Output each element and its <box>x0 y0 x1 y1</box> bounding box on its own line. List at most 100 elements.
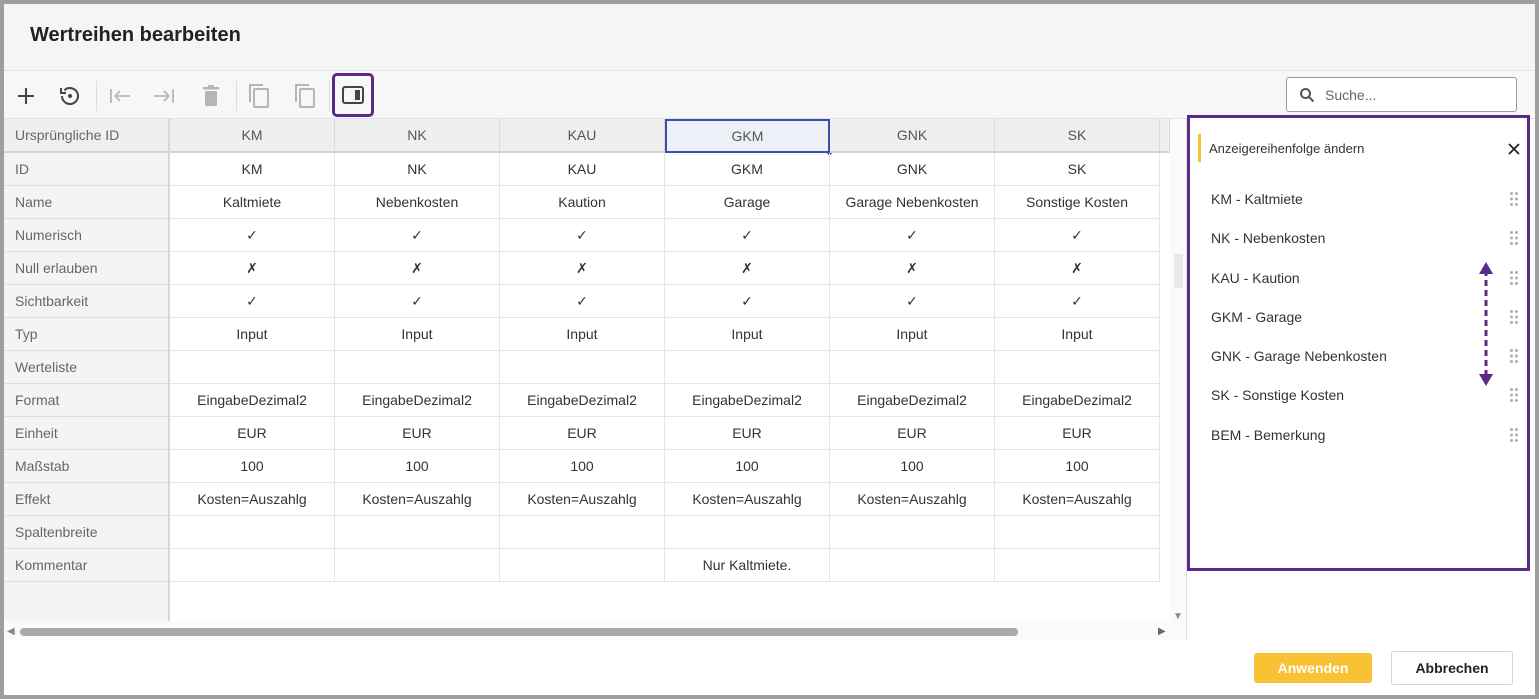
grid-cell[interactable]: GNK <box>830 153 995 186</box>
grid-cell[interactable]: GKM <box>665 153 830 186</box>
horizontal-scrollbar-thumb[interactable] <box>20 628 1018 636</box>
column-header[interactable]: GKM <box>665 119 832 155</box>
grid-cell[interactable]: ✗ <box>170 252 335 285</box>
grid-cell[interactable]: ✓ <box>665 219 830 252</box>
grid-cell[interactable] <box>830 351 995 384</box>
grid-cell[interactable]: ✓ <box>500 285 665 318</box>
close-icon[interactable] <box>1507 142 1521 156</box>
grid-cell[interactable] <box>995 516 1160 549</box>
grid-cell[interactable]: EingabeDezimal2 <box>170 384 335 417</box>
column-header[interactable]: SK <box>995 119 1160 153</box>
grid-cell[interactable]: ✓ <box>170 219 335 252</box>
grid-cell[interactable]: EingabeDezimal2 <box>335 384 500 417</box>
grid-cell[interactable] <box>335 516 500 549</box>
drag-handle-icon[interactable] <box>1509 348 1519 364</box>
grid-cell[interactable] <box>995 351 1160 384</box>
grid-cell[interactable]: Input <box>665 318 830 351</box>
display-order-item[interactable]: KAU - Kaution <box>1211 258 1519 297</box>
drag-handle-icon[interactable] <box>1509 270 1519 286</box>
reset-button[interactable] <box>53 79 87 113</box>
grid-cell[interactable] <box>170 516 335 549</box>
grid-cell[interactable] <box>665 351 830 384</box>
grid-cell[interactable]: ✗ <box>995 252 1160 285</box>
grid-cell[interactable]: ✓ <box>995 219 1160 252</box>
grid-cell[interactable]: EUR <box>500 417 665 450</box>
grid-cell[interactable]: ✗ <box>335 252 500 285</box>
grid-cell[interactable]: Sonstige Kosten <box>995 186 1160 219</box>
column-header[interactable]: GNK <box>830 119 995 153</box>
display-order-item[interactable]: GNK - Garage Nebenkosten <box>1211 336 1519 375</box>
display-order-item[interactable]: BEM - Bemerkung <box>1211 415 1519 454</box>
grid-cell[interactable] <box>335 549 500 582</box>
cancel-button[interactable]: Abbrechen <box>1391 651 1513 685</box>
grid-cell[interactable]: EingabeDezimal2 <box>500 384 665 417</box>
grid-cell[interactable]: Input <box>995 318 1160 351</box>
grid-cell[interactable]: 100 <box>830 450 995 483</box>
drag-handle-icon[interactable] <box>1509 387 1519 403</box>
grid-cell[interactable]: Garage Nebenkosten <box>830 186 995 219</box>
delete-button[interactable] <box>194 79 228 113</box>
move-left-button[interactable] <box>103 79 137 113</box>
paste-button[interactable] <box>288 79 322 113</box>
grid-cell[interactable] <box>170 549 335 582</box>
grid-cell[interactable]: ✓ <box>500 219 665 252</box>
apply-button[interactable]: Anwenden <box>1254 653 1372 683</box>
drag-handle-icon[interactable] <box>1509 230 1519 246</box>
display-order-item[interactable]: GKM - Garage <box>1211 297 1519 336</box>
grid-cell[interactable]: ✓ <box>995 285 1160 318</box>
copy-button[interactable] <box>242 79 276 113</box>
search-field[interactable] <box>1286 77 1517 112</box>
grid-cell[interactable]: Input <box>830 318 995 351</box>
grid-cell[interactable]: EUR <box>665 417 830 450</box>
grid-cell[interactable]: 100 <box>995 450 1160 483</box>
grid-cell[interactable]: Garage <box>665 186 830 219</box>
grid-cell[interactable]: 100 <box>500 450 665 483</box>
vertical-scrollbar[interactable]: ▼ <box>1170 119 1186 622</box>
grid-cell[interactable]: Nebenkosten <box>335 186 500 219</box>
grid-cell[interactable]: EingabeDezimal2 <box>830 384 995 417</box>
drag-handle-icon[interactable] <box>1509 309 1519 325</box>
grid-cell[interactable] <box>830 549 995 582</box>
grid-cell[interactable]: Input <box>500 318 665 351</box>
move-right-button[interactable] <box>147 79 181 113</box>
grid-cell[interactable] <box>335 351 500 384</box>
grid-cell[interactable]: 100 <box>665 450 830 483</box>
grid-cell[interactable]: ✗ <box>665 252 830 285</box>
grid-cell[interactable]: 100 <box>170 450 335 483</box>
grid-cell[interactable] <box>170 351 335 384</box>
add-button[interactable] <box>9 79 43 113</box>
scroll-left-icon[interactable]: ◀ <box>7 626 15 637</box>
grid-cell[interactable] <box>995 549 1160 582</box>
search-input[interactable] <box>1323 85 1503 104</box>
grid-cell[interactable]: Kaution <box>500 186 665 219</box>
grid-cell[interactable]: ✗ <box>500 252 665 285</box>
grid-cell[interactable]: Nur Kaltmiete. <box>665 549 830 582</box>
grid-cell[interactable]: ✓ <box>665 285 830 318</box>
grid-cell[interactable]: 100 <box>335 450 500 483</box>
grid-cell[interactable]: Kosten=Auszahlg <box>995 483 1160 516</box>
grid-cell[interactable]: SK <box>995 153 1160 186</box>
grid-cell[interactable]: KM <box>170 153 335 186</box>
horizontal-scrollbar[interactable]: ◀ ▶ <box>4 621 1186 641</box>
grid-cell[interactable]: KAU <box>500 153 665 186</box>
drag-handle-icon[interactable] <box>1509 427 1519 443</box>
grid-cell[interactable] <box>665 516 830 549</box>
grid-cell[interactable]: Kosten=Auszahlg <box>335 483 500 516</box>
grid-cell[interactable]: NK <box>335 153 500 186</box>
grid-cell[interactable]: ✓ <box>335 219 500 252</box>
scroll-right-icon[interactable]: ▶ <box>1158 626 1166 637</box>
column-header[interactable]: KAU <box>500 119 665 153</box>
grid-cell[interactable]: EUR <box>995 417 1160 450</box>
column-header[interactable]: KM <box>170 119 335 153</box>
grid-cell[interactable]: ✓ <box>830 219 995 252</box>
grid-cell[interactable]: Kaltmiete <box>170 186 335 219</box>
drag-handle-icon[interactable] <box>1509 191 1519 207</box>
grid-cell[interactable]: Kosten=Auszahlg <box>830 483 995 516</box>
grid-cell[interactable]: EUR <box>335 417 500 450</box>
display-order-panel-button[interactable] <box>332 73 374 117</box>
grid-cell[interactable] <box>500 351 665 384</box>
vertical-scrollbar-thumb[interactable] <box>1174 254 1183 288</box>
grid-cell[interactable]: ✓ <box>335 285 500 318</box>
grid-cell[interactable] <box>830 516 995 549</box>
grid-cell[interactable]: Kosten=Auszahlg <box>665 483 830 516</box>
